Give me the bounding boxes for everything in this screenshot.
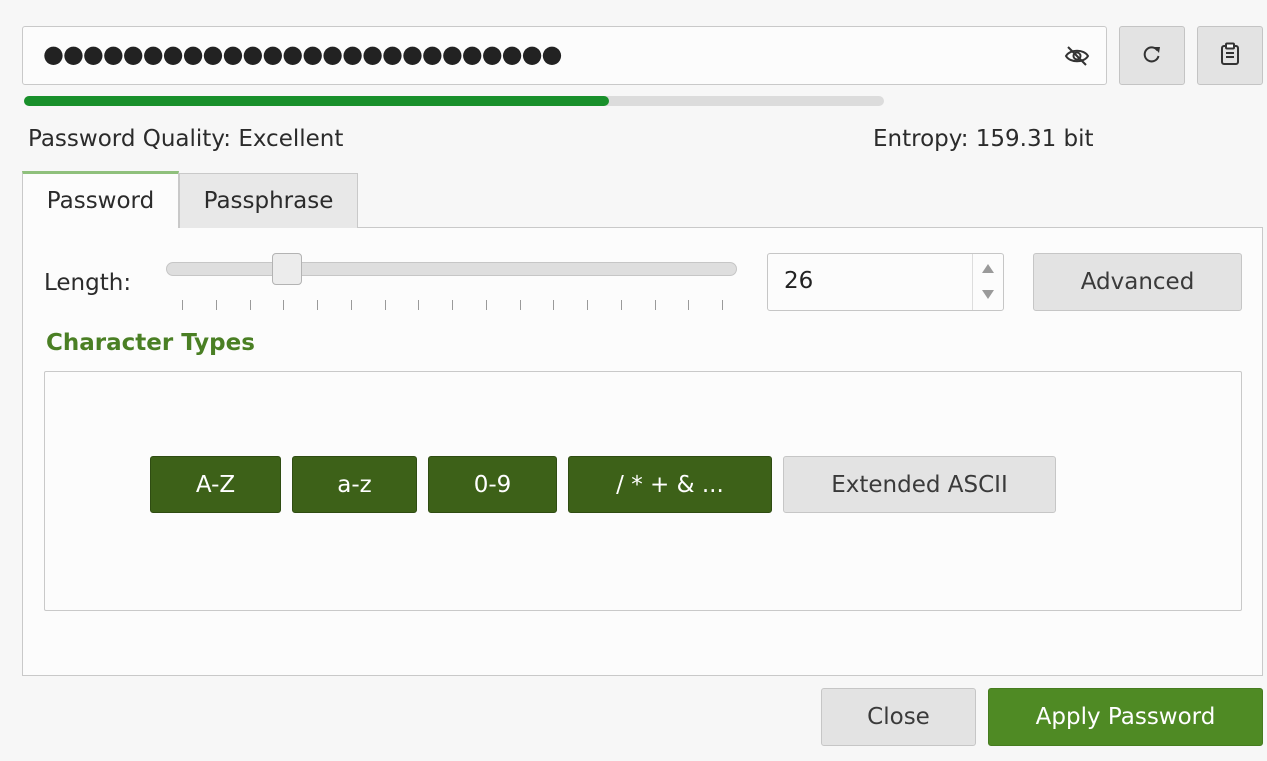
slider-tick xyxy=(688,300,690,310)
length-slider-groove[interactable] xyxy=(166,262,737,276)
slider-tick xyxy=(722,300,723,310)
clipboard-icon xyxy=(1220,42,1240,70)
toggle-extended-ascii-button[interactable]: Extended ASCII xyxy=(783,456,1056,513)
spin-up-icon xyxy=(982,264,994,273)
length-spinbox[interactable]: 26 xyxy=(767,253,1004,311)
length-slider-handle[interactable] xyxy=(272,253,302,285)
spin-down-icon xyxy=(982,290,994,299)
toggle-special-chars-button[interactable]: / * + & ... xyxy=(568,456,772,513)
regenerate-button[interactable] xyxy=(1119,26,1185,85)
tab-password[interactable]: Password xyxy=(22,171,179,228)
slider-tick xyxy=(620,300,622,310)
close-button[interactable]: Close xyxy=(821,688,976,746)
length-label: Length: xyxy=(44,270,132,296)
toggle-uppercase-button[interactable]: A-Z xyxy=(150,456,281,513)
slider-tick xyxy=(182,300,183,310)
password-input[interactable]: ●●●●●●●●●●●●●●●●●●●●●●●●●● xyxy=(22,26,1107,85)
slider-tick xyxy=(283,300,285,310)
slider-tick xyxy=(452,300,453,310)
slider-tick xyxy=(350,300,352,310)
tab-passphrase[interactable]: Passphrase xyxy=(179,173,358,228)
apply-password-button[interactable]: Apply Password xyxy=(988,688,1263,746)
slider-tick xyxy=(249,300,251,310)
toggle-numbers-button[interactable]: 0-9 xyxy=(428,456,557,513)
quality-meter-fill xyxy=(24,96,609,106)
slider-tick xyxy=(519,300,521,310)
quality-meter xyxy=(24,96,884,106)
slider-tick xyxy=(553,300,555,310)
advanced-button[interactable]: Advanced xyxy=(1033,253,1242,311)
character-types-title: Character Types xyxy=(46,330,255,356)
toggle-lowercase-button[interactable]: a-z xyxy=(292,456,417,513)
slider-tick xyxy=(384,300,386,310)
copy-button[interactable] xyxy=(1197,26,1263,85)
spin-buttons[interactable] xyxy=(972,254,1003,310)
slider-tick xyxy=(215,300,217,310)
length-value: 26 xyxy=(784,268,814,294)
refresh-icon xyxy=(1142,44,1162,68)
password-masked-text: ●●●●●●●●●●●●●●●●●●●●●●●●●● xyxy=(43,40,562,68)
eye-slash-icon[interactable] xyxy=(1064,44,1090,68)
entropy-label: Entropy: 159.31 bit xyxy=(873,126,1094,152)
slider-tick xyxy=(654,300,656,310)
slider-tick xyxy=(418,300,420,310)
slider-tick xyxy=(485,300,487,310)
slider-tick xyxy=(587,300,588,310)
slider-tick xyxy=(317,300,318,310)
quality-label: Password Quality: Excellent xyxy=(28,126,344,152)
